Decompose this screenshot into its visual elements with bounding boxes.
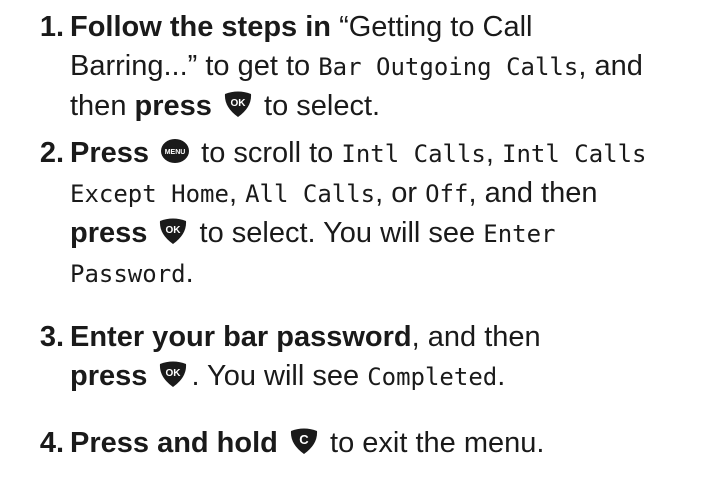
step-text: then: [70, 90, 127, 122]
step-text: Follow the steps in: [70, 11, 332, 43]
step-text: to scroll to: [201, 137, 334, 169]
lcd-text: Password: [70, 260, 186, 288]
step-text: press: [70, 360, 148, 392]
step-3: 3. Enter your bar password, and then pre…: [0, 318, 721, 398]
clear-key-icon: C: [289, 427, 319, 455]
svg-text:OK: OK: [166, 225, 182, 236]
step-4: 4. Press and hold C to exit the menu.: [0, 424, 721, 466]
step-text: .: [185, 257, 194, 289]
step-text: , and: [578, 50, 643, 82]
step-text: to select.: [264, 90, 381, 122]
step-number: 1.: [39, 11, 64, 43]
step-text: , or: [375, 177, 418, 209]
lcd-text: Bar Outgoing Calls: [318, 53, 579, 81]
svg-text:OK: OK: [230, 98, 246, 109]
step-text: ,: [228, 177, 238, 209]
step-text: “Getting to Call: [339, 11, 533, 43]
step-text: Press: [70, 137, 150, 169]
step-1: 1. Follow the steps in “Getting to Call …: [0, 8, 721, 128]
ok-key-icon: OK: [223, 90, 253, 118]
step-2: 2. Press MENU to scroll to Intl Calls, I…: [0, 134, 721, 294]
step-text: . You will see: [191, 360, 360, 392]
lcd-text: Except Home: [70, 180, 229, 208]
lcd-text: Enter: [483, 220, 556, 248]
step-text: , and then: [468, 177, 598, 209]
svg-text:OK: OK: [166, 368, 182, 379]
lcd-text: Intl Calls: [341, 140, 486, 168]
step-text: Barring...” to get to: [70, 50, 311, 82]
svg-text:MENU: MENU: [165, 149, 186, 156]
step-text: ,: [485, 137, 494, 169]
step-text: Enter your bar password: [70, 321, 412, 353]
step-text: .: [497, 360, 506, 392]
ok-key-icon: OK: [158, 360, 188, 388]
lcd-text: Off: [425, 180, 469, 208]
svg-text:C: C: [299, 432, 309, 447]
step-text: to exit the menu.: [330, 427, 545, 459]
step-text: press: [70, 217, 148, 249]
lcd-text: Intl Calls: [502, 140, 647, 168]
step-text: Press and hold: [70, 427, 278, 459]
step-text: , and then: [411, 321, 541, 353]
lcd-text: All Calls: [245, 180, 376, 208]
step-text: to select. You will see: [199, 217, 476, 249]
step-number: 2.: [39, 137, 64, 169]
lcd-text: Completed: [367, 363, 498, 391]
step-text: press: [134, 90, 212, 122]
step-number: 4.: [39, 427, 64, 459]
menu-key-icon: MENU: [160, 137, 190, 165]
ok-key-icon: OK: [158, 217, 188, 245]
step-number: 3.: [39, 321, 64, 353]
